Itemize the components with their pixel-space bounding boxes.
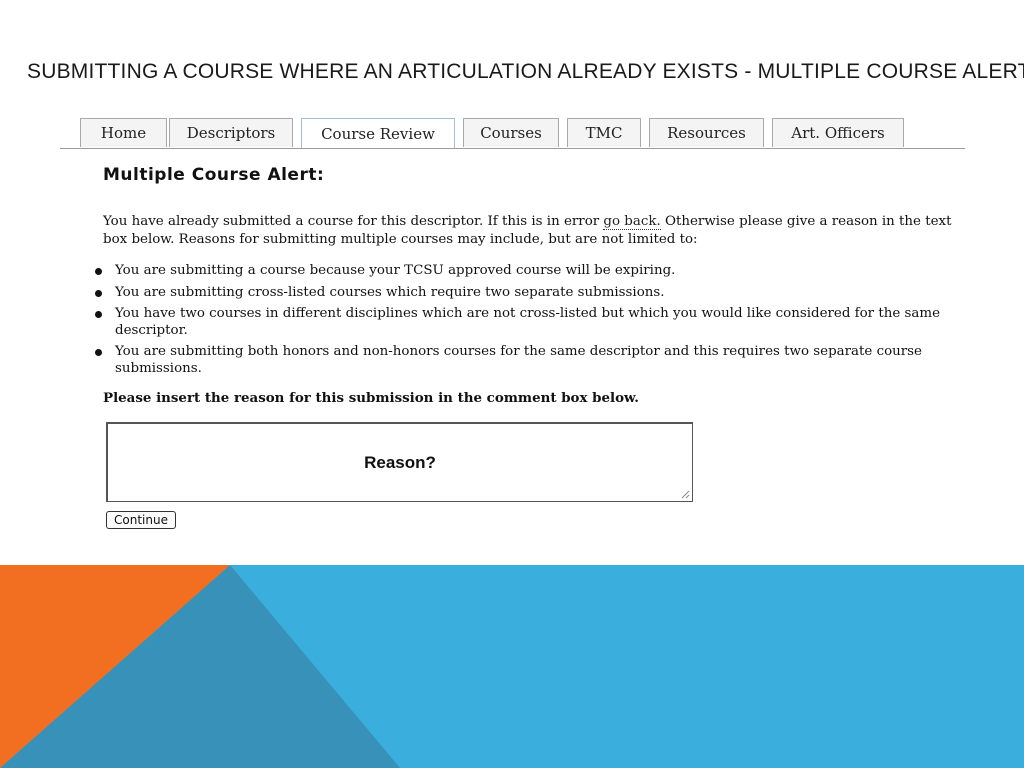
intro-text: You have already submitted a course for … <box>103 214 604 229</box>
reason-text: You are submitting cross-listed courses … <box>115 284 665 300</box>
tab-art-officers[interactable]: Art. Officers <box>772 118 904 147</box>
alert-intro: You have already submitted a course for … <box>103 213 953 249</box>
tab-course-review[interactable]: Course Review <box>301 118 455 148</box>
reason-text: You are submitting both honors and non-h… <box>115 344 922 376</box>
tab-courses[interactable]: Courses <box>463 118 559 147</box>
reason-textarea[interactable]: Reason? <box>106 422 693 502</box>
list-item: You are submitting both honors and non-h… <box>95 344 945 377</box>
list-item: You are submitting a course because your… <box>95 263 945 280</box>
tab-tmc[interactable]: TMC <box>567 118 641 147</box>
comment-instruction: Please insert the reason for this submis… <box>103 390 639 406</box>
reasons-list: You are submitting a course because your… <box>95 263 945 382</box>
resize-grip-icon[interactable] <box>681 490 690 499</box>
decorative-shapes <box>0 565 1024 768</box>
reason-text: You have two courses in different discip… <box>115 306 940 338</box>
tab-bar: Home Descriptors Course Review Courses T… <box>60 115 965 149</box>
continue-button[interactable]: Continue <box>106 511 176 529</box>
list-item: You are submitting cross-listed courses … <box>95 285 945 302</box>
bullet-icon <box>95 349 102 356</box>
go-back-link[interactable]: go back. <box>603 214 661 230</box>
bullet-icon <box>95 311 102 318</box>
application-screenshot: Home Descriptors Course Review Courses T… <box>60 115 965 535</box>
tab-resources[interactable]: Resources <box>649 118 764 147</box>
alert-title: Multiple Course Alert: <box>103 165 325 185</box>
reason-text: You are submitting a course because your… <box>115 263 676 278</box>
slide-title: SUBMITTING A COURSE WHERE AN ARTICULATIO… <box>27 60 1024 83</box>
tab-descriptors[interactable]: Descriptors <box>169 118 293 147</box>
bullet-icon <box>95 268 102 275</box>
bullet-icon <box>95 289 102 297</box>
list-item: You have two courses in different discip… <box>95 306 945 339</box>
tab-home[interactable]: Home <box>80 118 167 147</box>
reason-text-value: Reason? <box>364 453 436 472</box>
